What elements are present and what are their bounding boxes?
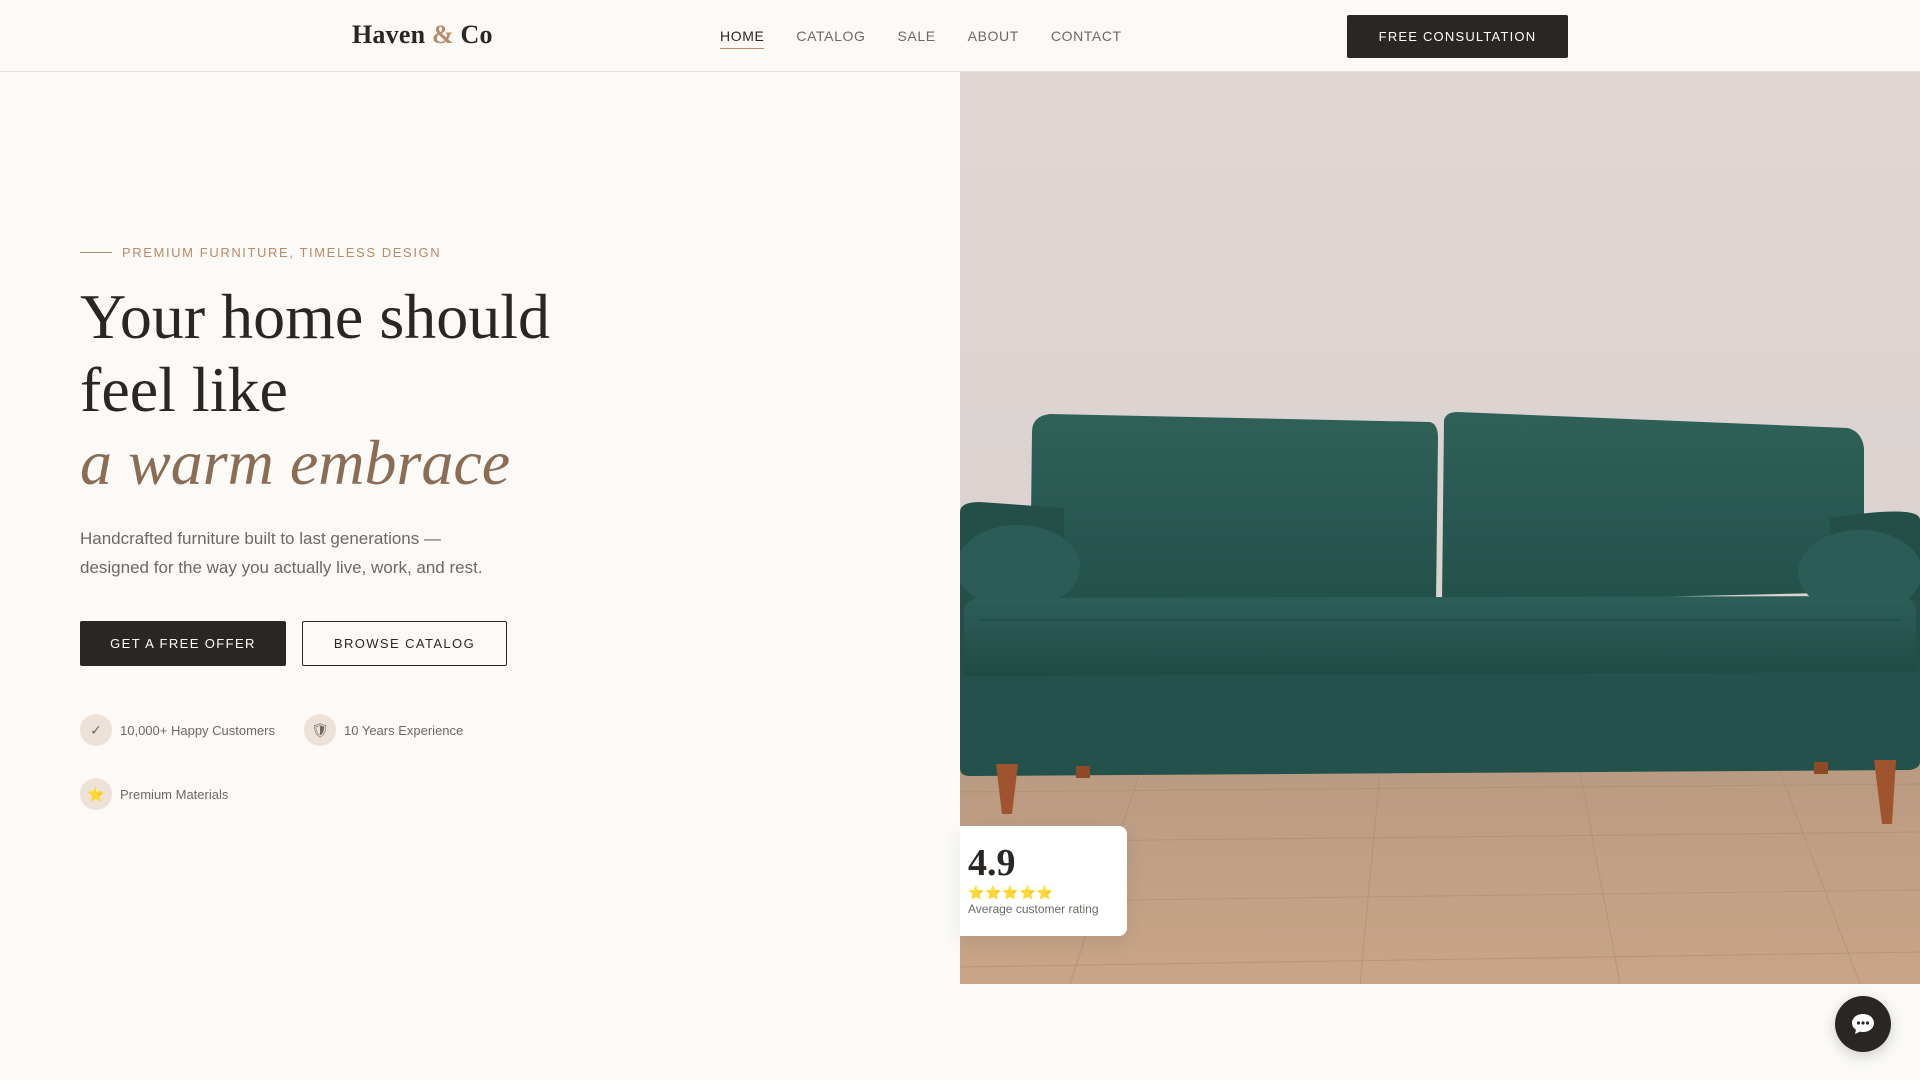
headline-line-2: feel like bbox=[80, 354, 288, 425]
nav-about[interactable]: ABOUT bbox=[968, 28, 1019, 49]
browse-catalog-button[interactable]: BROWSE CATALOG bbox=[302, 621, 507, 666]
chat-bubble-icon bbox=[1852, 1014, 1874, 1034]
feature-experience: 🛡 10 Years Experience bbox=[304, 714, 463, 746]
hero-eyebrow: PREMIUM FURNITURE, TIMELESS DESIGN bbox=[80, 245, 441, 260]
hero-headline: Your home should feel like a warm embrac… bbox=[80, 280, 680, 499]
headline-accent: a warm embrace bbox=[80, 427, 511, 498]
feature-label: 10,000+ Happy Customers bbox=[120, 722, 276, 738]
check-icon: ✓ bbox=[80, 714, 112, 746]
brand-name-part1: Haven bbox=[352, 20, 426, 49]
brand-logo[interactable]: Haven & Co bbox=[352, 20, 493, 50]
shield-icon: 🛡 bbox=[304, 714, 336, 746]
eyebrow-text: PREMIUM FURNITURE, TIMELESS DESIGN bbox=[122, 245, 442, 260]
rating-caption: Average customer rating bbox=[968, 902, 1099, 916]
free-consultation-button[interactable]: FREE CONSULTATION bbox=[1347, 15, 1568, 58]
star-icon: ⭐ bbox=[80, 778, 112, 810]
subtitle-line-2: designed for the way you actually live, … bbox=[80, 558, 483, 577]
get-free-offer-button[interactable]: GET A FREE OFFER bbox=[80, 621, 286, 666]
rating-card: 4.9 ⭐⭐⭐⭐⭐ Average customer rating bbox=[960, 826, 1127, 936]
nav-contact[interactable]: CONTACT bbox=[1051, 28, 1122, 49]
feature-premium-materials: ⭐ Premium Materials bbox=[80, 778, 228, 810]
nav-catalog[interactable]: CATALOG bbox=[796, 28, 865, 49]
nav-home[interactable]: HOME bbox=[720, 28, 765, 49]
nav-sale[interactable]: SALE bbox=[897, 28, 935, 49]
brand-name-part2: Co bbox=[460, 20, 493, 49]
feature-happy-customers: ✓ 10,000+ Happy Customers bbox=[80, 714, 275, 746]
main-nav: HOME CATALOG SALE ABOUT CONTACT bbox=[720, 28, 1122, 49]
headline-line-1: Your home should bbox=[80, 281, 550, 352]
eyebrow-divider bbox=[80, 252, 112, 253]
feature-label: Premium Materials bbox=[120, 786, 229, 802]
chat-button[interactable] bbox=[1835, 996, 1891, 1052]
hero-subtitle: Handcrafted furniture built to last gene… bbox=[80, 524, 510, 582]
rating-score: 4.9 bbox=[968, 842, 1016, 884]
rating-stars-icon: ⭐⭐⭐⭐⭐ bbox=[968, 885, 1054, 900]
site-header: Haven & Co HOME CATALOG SALE ABOUT CONTA… bbox=[0, 0, 1920, 72]
brand-ampersand: & bbox=[431, 20, 454, 49]
subtitle-line-1: Handcrafted furniture built to last gene… bbox=[80, 529, 441, 548]
feature-label: 10 Years Experience bbox=[344, 722, 464, 738]
